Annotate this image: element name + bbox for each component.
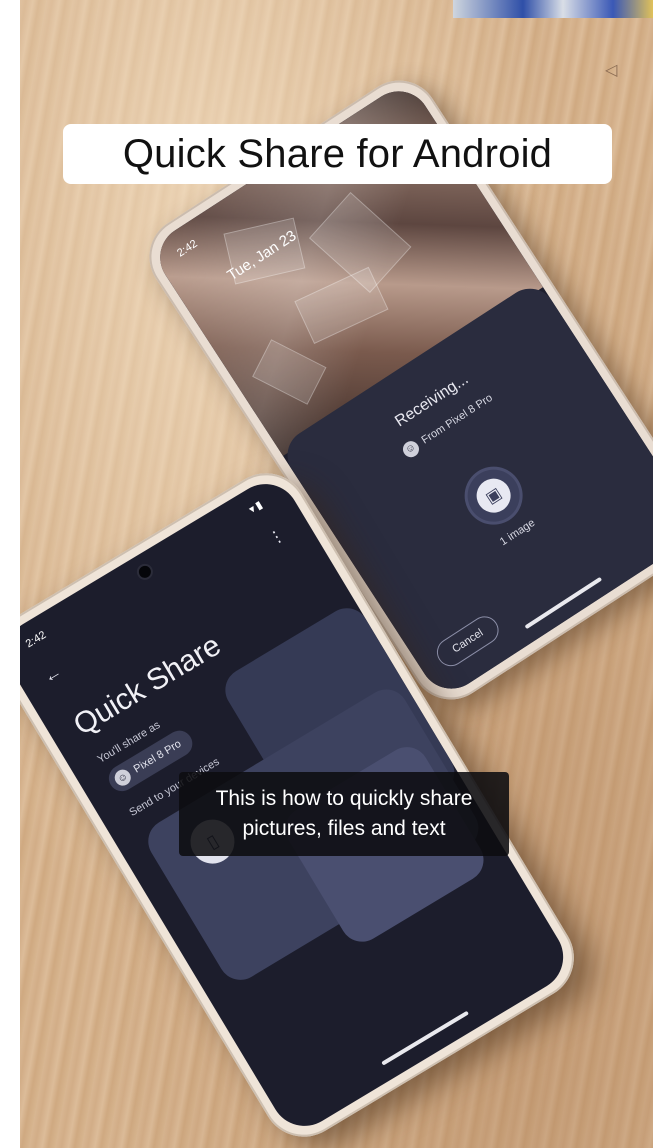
caption-line-1: This is how to quickly share: [215, 787, 473, 810]
title-banner: Quick Share for Android: [63, 124, 612, 184]
cancel-button[interactable]: Cancel: [431, 610, 505, 672]
avatar-icon: ☺: [399, 437, 422, 460]
caption-box: This is how to quickly share pictures, f…: [179, 772, 509, 856]
transfer-progress: ▣: [457, 459, 530, 532]
gesture-handle[interactable]: [381, 1010, 469, 1066]
signal-battery-icon: ▾▮: [246, 497, 267, 517]
more-vert-icon[interactable]: ⋮: [265, 524, 289, 549]
device-name: Pixel 8 Pro: [131, 737, 184, 776]
arrow-left-icon[interactable]: ←: [40, 661, 66, 688]
caption-line-2: pictures, files and text: [242, 817, 446, 840]
corner-graphic: [453, 0, 653, 18]
left-border: [0, 0, 20, 1148]
status-time: 2:42: [23, 628, 49, 651]
table-mark: ◁: [605, 62, 618, 79]
image-count: 1 image: [497, 516, 538, 548]
video-title: Quick Share for Android: [122, 131, 553, 176]
front-camera: [136, 563, 154, 581]
avatar-icon: ☺: [111, 766, 134, 789]
gesture-handle[interactable]: [524, 576, 603, 630]
image-icon: ▣: [469, 471, 517, 519]
